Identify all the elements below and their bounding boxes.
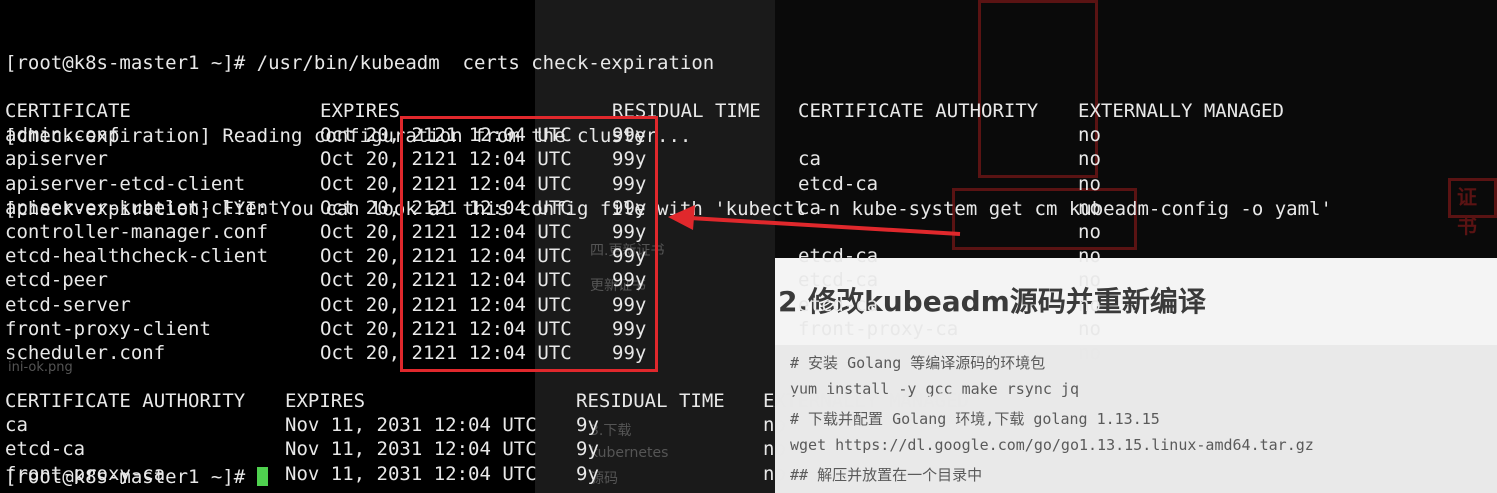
annotation-arrow (668, 205, 961, 236)
